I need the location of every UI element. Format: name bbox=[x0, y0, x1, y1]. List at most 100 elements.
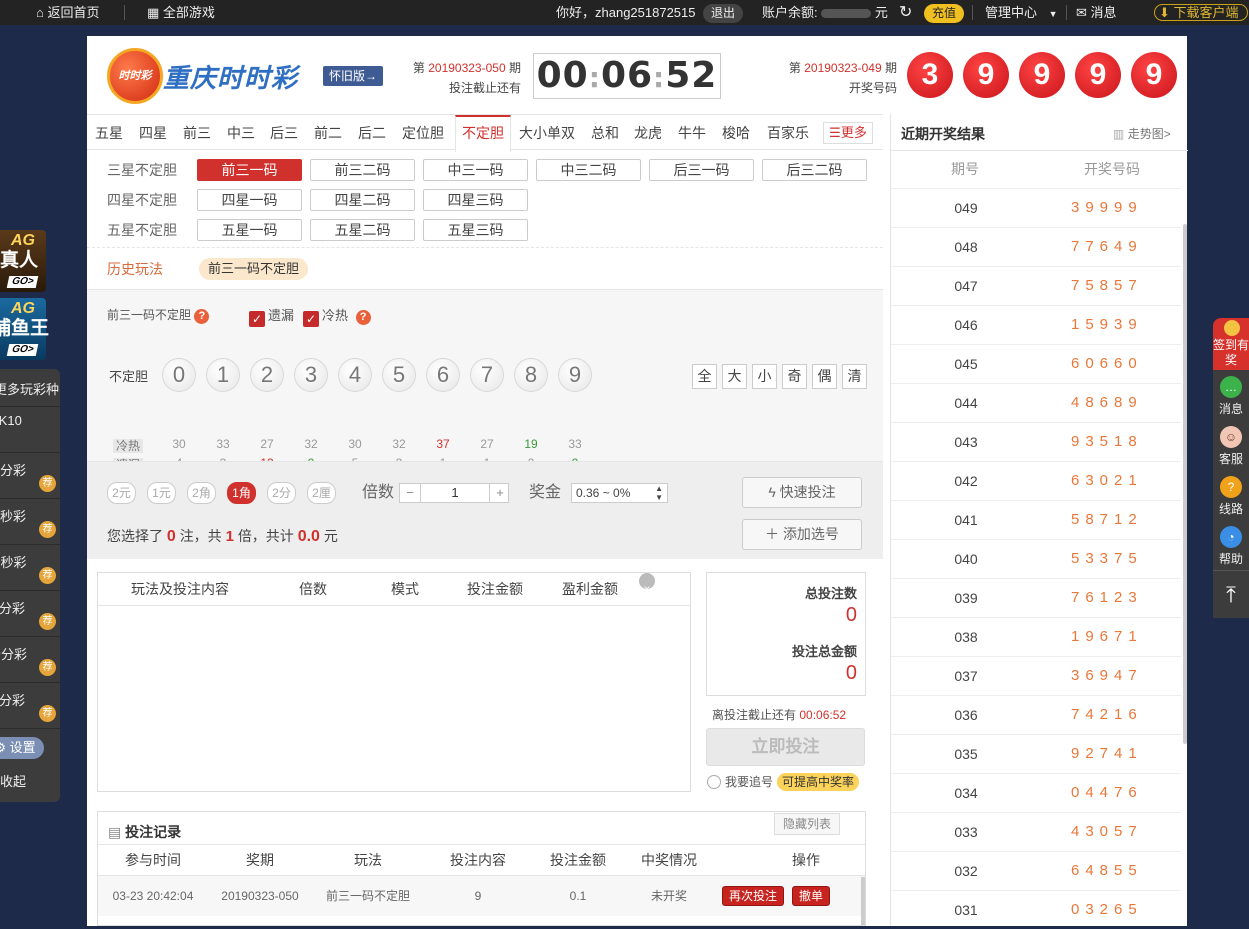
collapse-button[interactable]: 收起 bbox=[0, 771, 26, 790]
history-play-tag[interactable]: 前三一码不定胆 bbox=[199, 258, 309, 280]
number-ball[interactable]: 7 bbox=[470, 358, 504, 392]
tab-qiansan[interactable]: 前三 bbox=[183, 115, 211, 151]
float-help[interactable]: ◔ 帮助 bbox=[1213, 520, 1249, 568]
prize-select[interactable]: 0.36 ~ 0% ▲ ▼ bbox=[571, 483, 668, 503]
more-tabs-button[interactable]: ☰更多 bbox=[823, 122, 873, 144]
bet-now-button[interactable]: 立即投注 bbox=[706, 728, 865, 766]
side-menu-item[interactable]: 分彩荐 bbox=[0, 591, 60, 637]
sub-play-option[interactable]: 前三一码 bbox=[197, 159, 302, 181]
sub-play-option[interactable]: 后三二码 bbox=[762, 159, 867, 181]
chase-option[interactable]: 我要追号 可提高中奖率 bbox=[707, 773, 860, 791]
records-scrollbar[interactable] bbox=[861, 877, 865, 925]
number-ball[interactable]: 0 bbox=[162, 358, 196, 392]
number-ball[interactable]: 4 bbox=[338, 358, 372, 392]
side-menu-item[interactable]: 分分彩荐 bbox=[0, 453, 60, 499]
tab-houer[interactable]: 后二 bbox=[358, 115, 386, 151]
unit-1yuan[interactable]: 1元 bbox=[147, 482, 176, 504]
help-icon[interactable]: ? bbox=[194, 309, 210, 324]
tab-suoha[interactable]: 梭哈 bbox=[722, 115, 750, 151]
float-messages[interactable]: … 消息 bbox=[1213, 370, 1249, 418]
quick-select-odd[interactable]: 奇 bbox=[782, 364, 807, 389]
quick-bet-button[interactable]: ϟ 快速投注 bbox=[742, 477, 862, 508]
all-games-link[interactable]: ▦ 全部游戏 bbox=[147, 0, 215, 25]
multiple-minus-button[interactable]: − bbox=[400, 484, 420, 502]
result-numbers: 76123 bbox=[1071, 589, 1143, 606]
sub-play-option[interactable]: 前三二码 bbox=[310, 159, 415, 181]
side-menu-item[interactable]: PK10 bbox=[0, 407, 60, 453]
recharge-button[interactable]: 充值 bbox=[924, 0, 965, 25]
quick-select-even[interactable]: 偶 bbox=[812, 364, 837, 389]
number-ball[interactable]: 5 bbox=[382, 358, 416, 392]
position-label: 不定胆 bbox=[109, 369, 149, 384]
tab-longhu[interactable]: 龙虎 bbox=[634, 115, 662, 151]
back-to-top-icon[interactable]: ⤒ bbox=[1213, 570, 1249, 618]
side-menu-item[interactable]: 分彩荐 bbox=[0, 683, 60, 729]
sub-play-option[interactable]: 五星二码 bbox=[310, 219, 415, 241]
quick-select-big[interactable]: 大 bbox=[722, 364, 747, 389]
cart-col: 投注金额 bbox=[467, 581, 523, 597]
sub-play-option[interactable]: 四星一码 bbox=[197, 189, 302, 211]
tab-niuniu[interactable]: 牛牛 bbox=[678, 115, 706, 151]
hide-list-button[interactable]: 隐藏列表 bbox=[774, 813, 840, 835]
logout-button[interactable]: 退出 bbox=[703, 0, 744, 25]
number-ball[interactable]: 1 bbox=[206, 358, 240, 392]
multiple-input[interactable]: 1 bbox=[420, 484, 490, 502]
number-ball[interactable]: 6 bbox=[426, 358, 460, 392]
sign-in-bonus-button[interactable]: 签到有奖 bbox=[1213, 318, 1249, 370]
number-ball[interactable]: 2 bbox=[250, 358, 284, 392]
side-menu-item[interactable]: 秒秒彩荐 bbox=[0, 499, 60, 545]
ag-fish-card[interactable]: AG 捕鱼王 GO> bbox=[0, 298, 49, 360]
sub-play-option[interactable]: 中三二码 bbox=[536, 159, 641, 181]
sub-play-option[interactable]: 五星一码 bbox=[197, 219, 302, 241]
add-pick-button[interactable]: ＋ 添加选号 bbox=[742, 519, 862, 550]
unit-2li[interactable]: 2厘 bbox=[307, 482, 336, 504]
tab-qianer[interactable]: 前二 bbox=[314, 115, 342, 151]
float-lines[interactable]: ? 线路 bbox=[1213, 470, 1249, 518]
unit-2jiao[interactable]: 2角 bbox=[187, 482, 216, 504]
sub-play-option[interactable]: 四星三码 bbox=[423, 189, 528, 211]
number-ball[interactable]: 3 bbox=[294, 358, 328, 392]
hot-checkbox[interactable]: ✓ 冷热 ? bbox=[303, 305, 371, 327]
download-button[interactable]: ⬇ 下载客户端 bbox=[1154, 0, 1248, 25]
sub-play-option[interactable]: 五星三码 bbox=[423, 219, 528, 241]
home-link[interactable]: ⌂ 返回首页 bbox=[36, 0, 100, 25]
number-ball[interactable]: 8 bbox=[514, 358, 548, 392]
number-ball[interactable]: 9 bbox=[558, 358, 592, 392]
sub-play-option[interactable]: 四星二码 bbox=[310, 189, 415, 211]
settings-button[interactable]: ⚙ 设置 bbox=[0, 737, 44, 759]
tab-housan[interactable]: 后三 bbox=[270, 115, 298, 151]
tab-baijiale[interactable]: 百家乐 bbox=[767, 115, 809, 151]
quick-select-small[interactable]: 小 bbox=[752, 364, 777, 389]
trend-chart-link[interactable]: ▥ 走势图> bbox=[1113, 125, 1171, 142]
unit-1jiao[interactable]: 1角 bbox=[227, 482, 256, 504]
unit-2fen[interactable]: 2分 bbox=[267, 482, 296, 504]
tab-zhongsan[interactable]: 中三 bbox=[227, 115, 255, 151]
sub-play-option[interactable]: 后三一码 bbox=[649, 159, 754, 181]
countdown-label: 投注截止还有 bbox=[448, 81, 521, 95]
classic-version-button[interactable]: 怀旧版→ bbox=[323, 66, 384, 86]
tab-daxiaodanshuang[interactable]: 大小单双 bbox=[519, 115, 575, 151]
messages-link[interactable]: ✉ 消息 bbox=[1076, 0, 1117, 25]
manage-menu[interactable]: 管理中心 ▼ bbox=[985, 0, 1058, 25]
multiple-plus-button[interactable]: + bbox=[490, 484, 510, 502]
tab-sixing[interactable]: 四星 bbox=[139, 115, 167, 151]
tab-wuxing[interactable]: 五星 bbox=[95, 115, 123, 151]
side-menu-item[interactable]: 分分彩荐 bbox=[0, 637, 60, 683]
refresh-icon[interactable]: ↻ bbox=[899, 0, 912, 25]
sign-in-label: 签到有奖 bbox=[1213, 338, 1249, 367]
help-icon[interactable]: ? bbox=[355, 310, 371, 325]
results-scrollbar[interactable] bbox=[1183, 224, 1187, 744]
tab-zonghe[interactable]: 总和 bbox=[591, 115, 619, 151]
side-menu-item[interactable]: 30秒彩荐 bbox=[0, 545, 60, 591]
unit-2yuan[interactable]: 2元 bbox=[107, 482, 136, 504]
side-menu-item[interactable]: 更多玩彩种 bbox=[0, 369, 60, 407]
sub-play-option[interactable]: 中三一码 bbox=[423, 159, 528, 181]
miss-checkbox[interactable]: ✓ 遗漏 bbox=[249, 305, 294, 327]
quick-select-all[interactable]: 全 bbox=[692, 364, 717, 389]
quick-select-clear[interactable]: 清 bbox=[842, 364, 867, 389]
tab-budingdan[interactable]: 不定胆 bbox=[455, 115, 511, 152]
ag-live-card[interactable]: AG 真人 GO> bbox=[0, 230, 46, 292]
tab-dingweidan[interactable]: 定位胆 bbox=[402, 115, 444, 151]
chase-radio[interactable] bbox=[707, 775, 721, 789]
float-service[interactable]: ☺ 客服 bbox=[1213, 420, 1249, 468]
